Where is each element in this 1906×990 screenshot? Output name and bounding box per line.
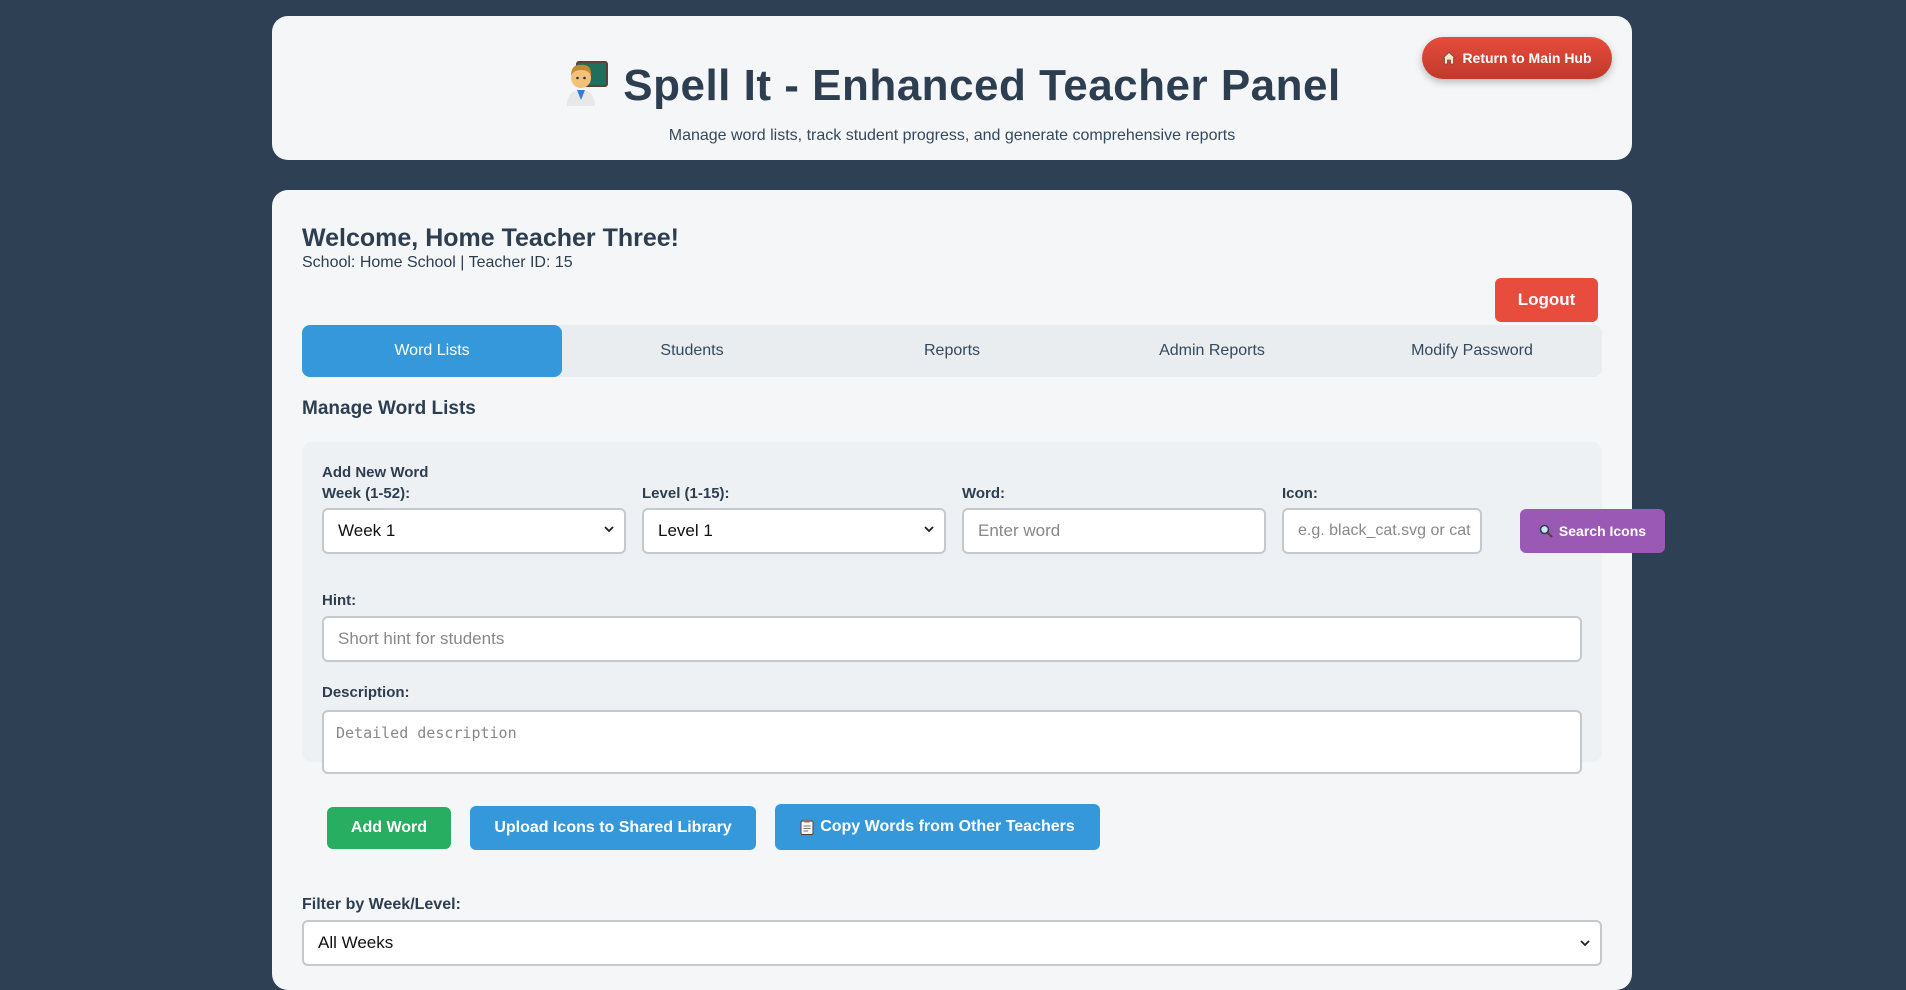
welcome-heading: Welcome, Home Teacher Three! [302,224,679,252]
icon-input[interactable]: e.g. black_cat.svg or cat [1282,508,1482,554]
teacher-emoji-icon [567,61,609,106]
logout-button[interactable]: Logout [1495,278,1598,322]
search-icons-label: Search Icons [1558,523,1647,539]
search-icons-button[interactable]: Search Icons [1520,509,1665,553]
word-input[interactable]: Enter word [962,508,1266,554]
clipboard-icon [800,819,814,835]
hint-input[interactable]: Short hint for students [322,616,1582,662]
description-placeholder: Detailed description [336,724,517,742]
copy-words-button[interactable]: Copy Words from Other Teachers [775,804,1100,850]
copy-words-label: Copy Words from Other Teachers [820,818,1075,835]
tab-bar: Word Lists Students Reports Admin Report… [302,325,1602,377]
tab-reports[interactable]: Reports [822,325,1082,377]
add-word-button[interactable]: Add Word [327,807,451,849]
chevron-down-icon [1580,940,1590,947]
week-select[interactable]: Week 1 [322,508,626,554]
filter-label: Filter by Week/Level: [302,896,461,913]
description-label: Description: [322,684,410,701]
level-select[interactable]: Level 1 [642,508,946,554]
tab-students[interactable]: Students [562,325,822,377]
hint-input-placeholder: Short hint for students [338,629,505,648]
section-title: Manage Word Lists [302,398,476,419]
page-title-text: Spell It - Enhanced Teacher Panel [623,61,1341,110]
week-label: Week (1-52): [322,485,411,502]
main-panel: Welcome, Home Teacher Three! School: Hom… [272,190,1665,990]
chevron-down-icon [604,526,614,533]
teacher-info: School: Home School | Teacher ID: 15 [302,254,573,271]
level-select-value: Level 1 [658,521,713,540]
return-to-hub-label: Return to Main Hub [1462,50,1592,66]
filter-select[interactable]: All Weeks [302,920,1602,966]
word-label: Word: [962,485,1006,502]
chevron-down-icon [924,526,934,533]
magnifier-icon [1539,524,1553,538]
tab-admin-reports[interactable]: Admin Reports [1082,325,1342,377]
hint-label: Hint: [322,592,357,609]
week-select-value: Week 1 [338,521,396,540]
form-heading: Add New Word [322,464,429,481]
level-label: Level (1-15): [642,485,730,502]
page-subtitle: Manage word lists, track student progres… [668,127,1236,144]
upload-icons-button[interactable]: Upload Icons to Shared Library [470,806,756,850]
return-to-hub-button[interactable]: Return to Main Hub [1422,37,1612,79]
description-textarea[interactable]: Detailed description [322,710,1582,774]
filter-select-value: All Weeks [318,933,394,952]
word-input-placeholder: Enter word [978,521,1061,540]
header-card: Spell It - Enhanced Teacher Panel Manage… [272,16,1632,160]
add-word-form: Add New Word Week (1-52): Week 1 Level (… [302,442,1665,774]
tab-modify-password[interactable]: Modify Password [1342,325,1602,377]
icon-label: Icon: [1282,485,1318,502]
house-icon [1442,51,1457,65]
icon-input-placeholder: e.g. black_cat.svg or cat [1298,522,1471,539]
tab-word-lists[interactable]: Word Lists [302,325,562,377]
